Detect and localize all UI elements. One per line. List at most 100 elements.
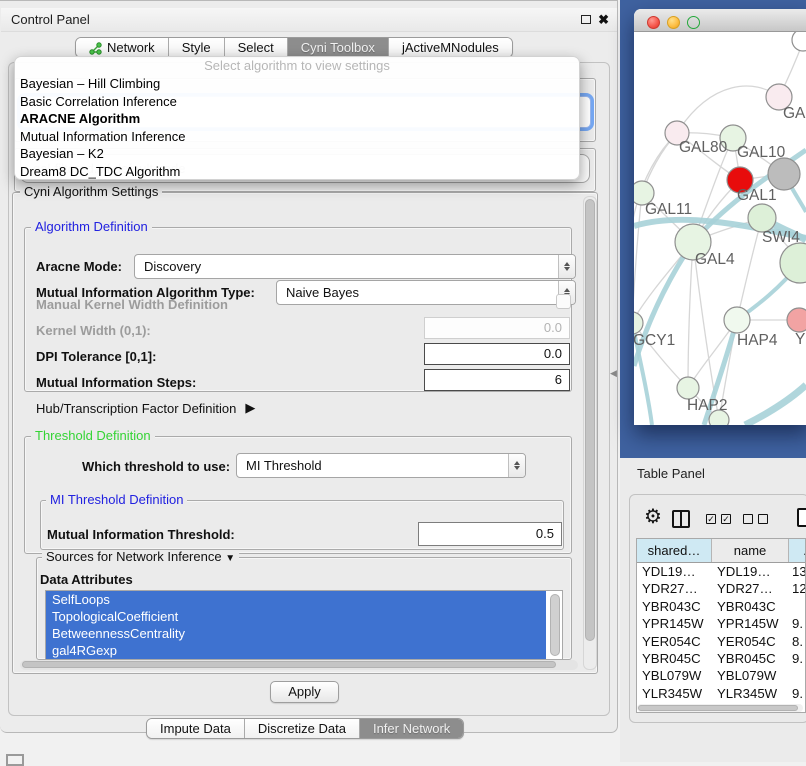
column-header[interactable]: shared… bbox=[637, 539, 712, 562]
tab-style[interactable]: Style bbox=[168, 38, 224, 57]
tab-network[interactable]: Network bbox=[76, 38, 168, 57]
table-row[interactable]: YLR345WYLR345W9. bbox=[637, 685, 805, 702]
dropdown-item[interactable]: Bayesian – Hill Climbing bbox=[15, 75, 579, 93]
dpi-tolerance-label: DPI Tolerance [0,1]: bbox=[36, 349, 156, 364]
table-row[interactable]: YBR045CYBR045C9. bbox=[637, 650, 805, 667]
network-node[interactable] bbox=[724, 307, 750, 333]
network-node[interactable] bbox=[780, 243, 806, 283]
gear-icon[interactable]: ⚙ bbox=[644, 504, 662, 529]
mi-steps-field[interactable]: 6 bbox=[424, 369, 570, 391]
network-node[interactable] bbox=[792, 32, 806, 51]
dropdown-item[interactable]: ARACNE Algorithm bbox=[15, 110, 579, 128]
mi-type-combo[interactable]: Naive Bayes bbox=[276, 280, 576, 305]
close-icon[interactable]: ✖ bbox=[598, 12, 609, 28]
split-columns-icon[interactable] bbox=[672, 510, 690, 528]
data-attributes-list[interactable]: SelfLoopsTopologicalCoefficientBetweenne… bbox=[45, 590, 563, 660]
dropdown-item[interactable]: Mutual Information Inference bbox=[15, 128, 579, 146]
tab-label: Discretize Data bbox=[258, 719, 346, 738]
minimized-panel-icon[interactable] bbox=[6, 754, 24, 766]
cyni-bottom-tabbar: Impute Data Discretize Data Infer Network bbox=[146, 718, 464, 739]
table-cell: YER054C bbox=[712, 633, 789, 650]
tab-select[interactable]: Select bbox=[224, 38, 287, 57]
settings-scrollbar-thumb[interactable] bbox=[585, 199, 595, 641]
network-node[interactable] bbox=[787, 308, 806, 332]
network-window-titlebar[interactable] bbox=[634, 9, 806, 32]
table-row[interactable]: YBR043CYBR043C bbox=[637, 598, 805, 615]
table-row[interactable]: YDL19…YDL19…13 bbox=[637, 563, 805, 580]
attribute-list-item[interactable]: BetweennessCentrality bbox=[46, 625, 546, 642]
attribute-list-item[interactable]: SelfLoops bbox=[46, 591, 546, 608]
network-view-window: GAL7GAL80GAL10GAL1GAL11SWI4GAL4GCY1HAP4Y… bbox=[634, 9, 806, 425]
dropdown-placeholder: Select algorithm to view settings bbox=[15, 57, 579, 75]
tab-label: Style bbox=[182, 38, 211, 57]
control-panel-tabbar: Network Style SelectCyni ToolboxjActiveMNo… bbox=[75, 37, 513, 58]
float-window-icon[interactable] bbox=[581, 15, 591, 24]
stepper-icon[interactable] bbox=[558, 255, 575, 278]
which-threshold-combo[interactable]: MI Threshold bbox=[236, 453, 526, 478]
network-node[interactable] bbox=[634, 312, 643, 334]
table-row[interactable]: YPR145WYPR145W9. bbox=[637, 615, 805, 632]
manual-kernel-checkbox[interactable] bbox=[556, 294, 571, 309]
node-table[interactable]: shared…nameA YDL19…YDL19…13YDR27…YDR27…1… bbox=[636, 538, 806, 713]
table-row[interactable]: YBL079WYBL079W bbox=[637, 667, 805, 684]
manual-kernel-label: Manual Kernel Width Definition bbox=[36, 297, 228, 312]
node-label: GAL7 bbox=[783, 105, 806, 122]
zoom-traffic-light-icon[interactable] bbox=[687, 16, 700, 29]
list-scrollbar-thumb[interactable] bbox=[550, 594, 560, 656]
stepper-icon[interactable] bbox=[508, 454, 525, 477]
settings-hscrollbar[interactable] bbox=[20, 660, 578, 670]
table-cell: YDL19… bbox=[637, 563, 712, 580]
settings-scrollbar[interactable] bbox=[583, 196, 597, 670]
partial-icon[interactable] bbox=[797, 508, 806, 527]
aracne-mode-label: Aracne Mode: bbox=[36, 259, 122, 274]
mi-steps-label: Mutual Information Steps: bbox=[36, 375, 196, 390]
table-row[interactable]: YER054CYER054C8. bbox=[637, 633, 805, 650]
collapse-arrow-icon[interactable]: ▼ bbox=[225, 553, 235, 564]
network-canvas[interactable]: GAL7GAL80GAL10GAL1GAL11SWI4GAL4GCY1HAP4Y… bbox=[634, 32, 806, 425]
tab-impute-data[interactable]: Impute Data bbox=[147, 719, 244, 738]
network-icon bbox=[89, 41, 102, 54]
network-node[interactable] bbox=[768, 158, 800, 190]
node-label: GAL10 bbox=[737, 144, 786, 161]
dropdown-item[interactable]: Dream8 DC_TDC Algorithm bbox=[15, 163, 579, 181]
network-edge[interactable] bbox=[745, 385, 806, 425]
table-hscrollbar[interactable] bbox=[637, 704, 803, 712]
settings-hscrollbar-thumb[interactable] bbox=[22, 661, 556, 668]
attribute-list-item[interactable]: gal4RGexp bbox=[46, 642, 546, 659]
network-edge[interactable] bbox=[688, 242, 693, 388]
expander-arrow-icon[interactable]: ▶ bbox=[245, 400, 255, 416]
node-label: Y bbox=[795, 331, 805, 348]
close-traffic-light-icon[interactable] bbox=[647, 16, 660, 29]
network-node[interactable] bbox=[748, 204, 776, 232]
kernel-width-field[interactable]: 0.0 bbox=[424, 317, 570, 339]
aracne-mode-combo[interactable]: Discovery bbox=[134, 254, 576, 279]
sources-group-title[interactable]: Sources for Network Inference ▼ bbox=[42, 550, 239, 566]
table-cell: YLR345W bbox=[637, 685, 712, 702]
minimize-traffic-light-icon[interactable] bbox=[667, 16, 680, 29]
table-cell: YDL19… bbox=[712, 563, 789, 580]
network-node[interactable] bbox=[677, 377, 699, 399]
dpi-tolerance-field[interactable]: 0.0 bbox=[424, 343, 570, 365]
apply-button[interactable]: Apply bbox=[270, 681, 339, 703]
attribute-list-item[interactable]: TopologicalCoefficient bbox=[46, 608, 546, 625]
table-hscrollbar-thumb[interactable] bbox=[638, 705, 798, 711]
hub-definition-expander[interactable]: Hub/Transcription Factor Definition ▶ bbox=[36, 400, 255, 416]
tab-jactivemnodules[interactable]: jActiveMNodules bbox=[388, 38, 512, 57]
dropdown-item[interactable]: Bayesian – K2 bbox=[15, 145, 579, 163]
tab-label: Network bbox=[107, 38, 155, 57]
splitter-collapse-icon[interactable]: ◀ bbox=[610, 368, 617, 379]
tab-cyni-toolbox[interactable]: Cyni Toolbox bbox=[287, 38, 388, 57]
column-header[interactable]: A bbox=[789, 539, 806, 562]
deselect-checks-icon[interactable] bbox=[743, 514, 768, 524]
select-all-checks-icon[interactable]: ✓✓ bbox=[706, 514, 731, 524]
tab-infer-network[interactable]: Infer Network bbox=[359, 719, 463, 738]
table-row[interactable]: YDR27…YDR27…12 bbox=[637, 580, 805, 597]
node-label: SWI4 bbox=[762, 229, 800, 246]
dropdown-item[interactable]: Basic Correlation Inference bbox=[15, 93, 579, 111]
tab-discretize-data[interactable]: Discretize Data bbox=[244, 719, 359, 738]
table-cell: YPR145W bbox=[637, 615, 712, 632]
column-header[interactable]: name bbox=[712, 539, 789, 562]
data-attributes-label: Data Attributes bbox=[40, 572, 133, 587]
table-cell: 9. bbox=[789, 650, 806, 667]
mi-threshold-field[interactable]: 0.5 bbox=[418, 522, 562, 546]
